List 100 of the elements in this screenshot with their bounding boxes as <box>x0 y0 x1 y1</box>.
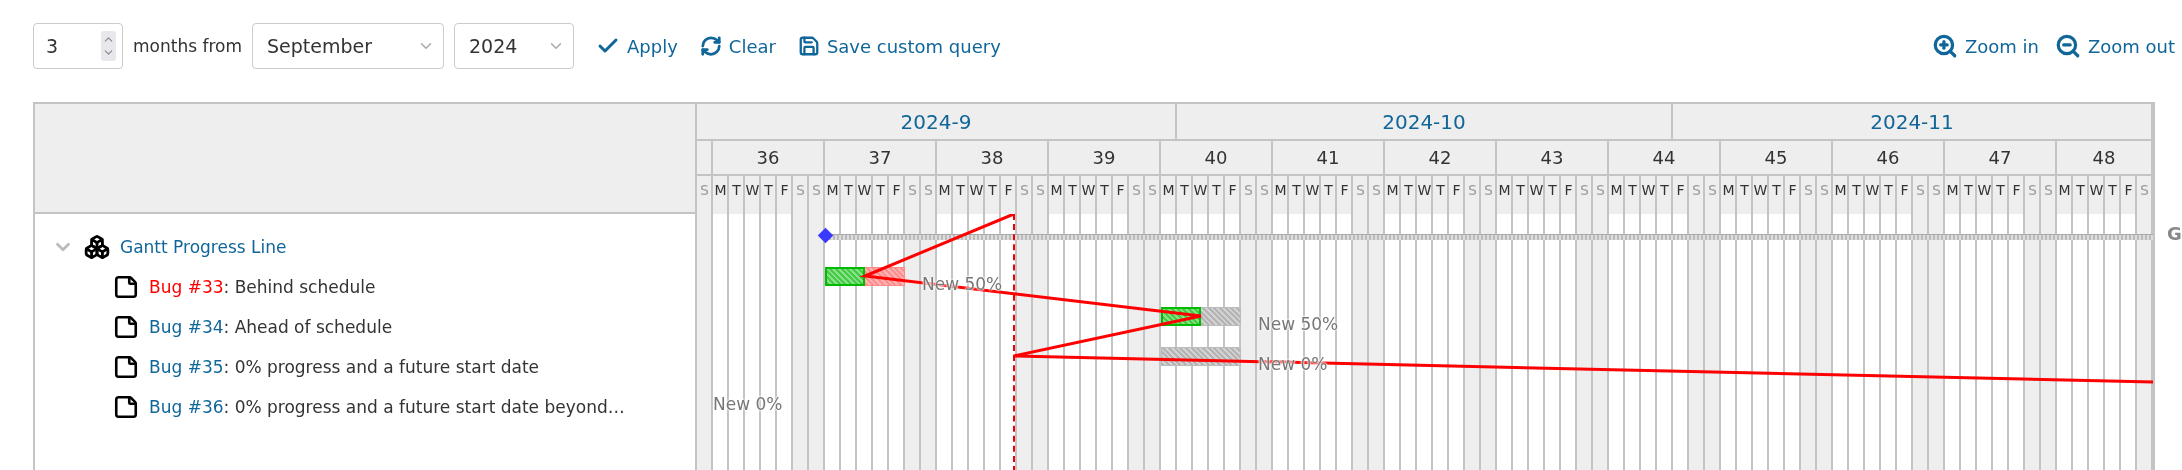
week-header: 48 <box>2057 141 2153 176</box>
month-select[interactable]: September <box>252 23 444 69</box>
day-header: T <box>1401 176 1417 214</box>
day-header: F <box>1449 176 1465 214</box>
day-header: M <box>1161 176 1177 214</box>
day-header: T <box>1209 176 1225 214</box>
day-header: T <box>2105 176 2121 214</box>
day-header: M <box>1385 176 1401 214</box>
day-header: T <box>2073 176 2089 214</box>
zoom-in-link[interactable]: Zoom in <box>1931 33 2039 59</box>
spinner-icon[interactable] <box>101 31 116 61</box>
apply-link[interactable]: Apply <box>596 34 678 58</box>
day-header: W <box>1641 176 1657 214</box>
week-header: 43 <box>1497 141 1609 176</box>
day-header: S <box>1257 176 1273 214</box>
day-header: W <box>1081 176 1097 214</box>
day-header: W <box>1865 176 1881 214</box>
day-header: S <box>793 176 809 214</box>
day-header: S <box>1689 176 1705 214</box>
zoom-out-link[interactable]: Zoom out <box>2054 33 2175 59</box>
day-header: T <box>1097 176 1113 214</box>
issue-link[interactable]: Bug #34 <box>149 317 224 337</box>
day-header: T <box>761 176 777 214</box>
day-header: F <box>2121 176 2137 214</box>
day-header: T <box>1065 176 1081 214</box>
day-header: F <box>889 176 905 214</box>
day-header: W <box>745 176 761 214</box>
day-header: W <box>1977 176 1993 214</box>
project-label: G <box>2166 222 2182 246</box>
week-header: 36 <box>713 141 825 176</box>
day-header: M <box>713 176 729 214</box>
day-header: T <box>953 176 969 214</box>
day-header: M <box>1945 176 1961 214</box>
week-header: 47 <box>1945 141 2057 176</box>
day-header: T <box>873 176 889 214</box>
day-header: S <box>1817 176 1833 214</box>
day-header: F <box>2009 176 2025 214</box>
week-header: 37 <box>825 141 937 176</box>
refresh-icon <box>699 35 722 57</box>
month-header: 2024-9 <box>697 104 1177 141</box>
day-header: T <box>1177 176 1193 214</box>
month-header: 2024-11 <box>1673 104 2153 141</box>
day-header: S <box>1481 176 1497 214</box>
day-header: T <box>1513 176 1529 214</box>
day-header: M <box>2057 176 2073 214</box>
day-header: T <box>1545 176 1561 214</box>
issue-link[interactable]: Bug #36 <box>149 397 224 417</box>
day-header: F <box>1001 176 1017 214</box>
day-header: F <box>1225 176 1241 214</box>
week-header: 42 <box>1385 141 1497 176</box>
note-icon <box>113 354 139 380</box>
day-header: S <box>905 176 921 214</box>
day-header: W <box>1417 176 1433 214</box>
day-header: T <box>1769 176 1785 214</box>
day-header: S <box>1577 176 1593 214</box>
months-field[interactable]: 3 <box>33 23 123 69</box>
day-header: M <box>937 176 953 214</box>
week-header: 38 <box>937 141 1049 176</box>
day-header: T <box>1321 176 1337 214</box>
issue-link[interactable]: Bug #33 <box>149 277 224 297</box>
boxes-icon <box>84 234 110 260</box>
day-header: T <box>1737 176 1753 214</box>
day-header: S <box>1929 176 1945 214</box>
status-label: New 50% <box>1258 313 1339 335</box>
day-header: W <box>1529 176 1545 214</box>
day-header: W <box>1193 176 1209 214</box>
week-header: 44 <box>1609 141 1721 176</box>
day-header: S <box>1145 176 1161 214</box>
day-header: S <box>2025 176 2041 214</box>
year-select[interactable]: 2024 <box>454 23 574 69</box>
day-header: S <box>921 176 937 214</box>
day-header: M <box>1833 176 1849 214</box>
issue-subject: Bug #33: Behind schedule <box>149 277 376 297</box>
save-icon <box>797 35 820 57</box>
day-header: F <box>1897 176 1913 214</box>
day-header: T <box>1881 176 1897 214</box>
day-header: S <box>1033 176 1049 214</box>
day-header: W <box>1753 176 1769 214</box>
day-header: S <box>1241 176 1257 214</box>
note-icon <box>113 394 139 420</box>
clear-link[interactable]: Clear <box>699 35 776 57</box>
day-header: T <box>1433 176 1449 214</box>
day-header: W <box>969 176 985 214</box>
save-link[interactable]: Save custom query <box>797 35 1001 57</box>
issue-subject: Bug #34: Ahead of schedule <box>149 317 393 337</box>
issue-link[interactable]: Bug #35 <box>149 357 224 377</box>
day-header: M <box>1609 176 1625 214</box>
project-link[interactable]: Gantt Progress Line <box>120 237 287 257</box>
day-header: S <box>1465 176 1481 214</box>
week-header: 39 <box>1049 141 1161 176</box>
day-header: F <box>1561 176 1577 214</box>
issue-subject: Bug #35: 0% progress and a future start date <box>149 357 540 377</box>
day-header: S <box>1017 176 1033 214</box>
week-header: 41 <box>1273 141 1385 176</box>
issue-subject: Bug #36: 0% progress and a future start date beyond… <box>149 397 625 417</box>
day-header: T <box>1849 176 1865 214</box>
day-header: T <box>1657 176 1673 214</box>
day-header: T <box>1961 176 1977 214</box>
day-header: M <box>1721 176 1737 214</box>
zoom-in-icon <box>1931 33 1958 59</box>
